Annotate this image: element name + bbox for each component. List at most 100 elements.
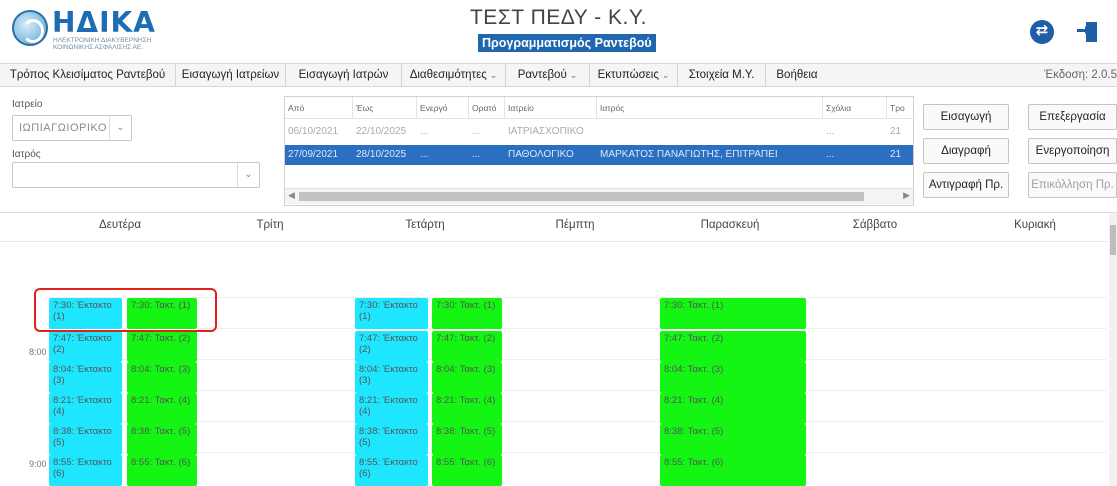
col-from[interactable]: Από: [285, 97, 353, 119]
appointment-slot-regular[interactable]: 8:38: Τακτ. (5): [432, 424, 502, 455]
appointment-slot-extra[interactable]: 8:04: Έκτακτο (3): [49, 362, 122, 393]
cell-clinic: ΠΑΘΟΛΟΓΙΚΟ: [508, 149, 574, 160]
logo-subtitle: ΗΛΕΚΤΡΟΝΙΚΗ ΔΙΑΚΥΒΕΡΝΗΣΗ ΚΟΙΝΩΝΙΚΗΣ ΑΣΦΑ…: [53, 37, 152, 51]
appointment-slot-regular[interactable]: 8:55: Τακτ. (6): [432, 455, 502, 486]
table-row[interactable]: 06/10/2021 22/10/2025 ... ... ΙΑΤΡΙΑΣΧΟΠ…: [285, 122, 913, 144]
cell-active: ...: [420, 126, 429, 137]
scroll-left-icon[interactable]: ◀: [288, 190, 295, 201]
appointment-slot-regular[interactable]: 8:21: Τακτ. (4): [127, 393, 197, 424]
menu-availability[interactable]: Διαθεσιμότητες ⌄: [402, 64, 506, 86]
swap-icon[interactable]: [1030, 20, 1054, 44]
version-text: Έκδοση: 2.0.5: [1044, 69, 1117, 81]
appointment-slot-extra[interactable]: 8:38: Έκτακτο (5): [49, 424, 122, 455]
exit-arrow-shape: [1077, 26, 1090, 34]
appointment-slot-regular[interactable]: 7:47: Τακτ. (2): [660, 331, 806, 362]
menu-label: Στοιχεία Μ.Υ.: [688, 69, 755, 81]
insert-button[interactable]: Εισαγωγή: [923, 104, 1009, 130]
cell-visible: ...: [472, 149, 481, 160]
cell-from: 06/10/2021: [288, 126, 339, 137]
appointment-slot-regular[interactable]: 7:47: Τακτ. (2): [432, 331, 502, 362]
appointment-slot-extra[interactable]: 8:55: Έκτακτο (6): [49, 455, 122, 486]
col-doctor[interactable]: Ιατρός: [597, 97, 823, 119]
appointment-slot-extra[interactable]: 8:21: Έκτακτο (4): [355, 393, 428, 424]
menu-unit-info[interactable]: Στοιχεία Μ.Υ.: [678, 64, 766, 86]
appointment-slot-regular[interactable]: 8:04: Τακτ. (3): [127, 362, 197, 393]
activate-button[interactable]: Ενεργοποίηση: [1028, 138, 1117, 164]
time-row-line: [46, 390, 1106, 391]
clinic-value: ΙΩΠΙΑΓΩΙΟΡΙΚΟ: [19, 122, 107, 134]
cell-comments: ...: [826, 126, 835, 137]
menu-label: Εισαγωγή Ιατρών: [298, 69, 389, 81]
time-row-line: [46, 452, 1106, 453]
scrollbar-thumb[interactable]: [299, 192, 864, 201]
copy-schedule-button[interactable]: Αντιγραφή Πρ.: [923, 172, 1009, 198]
menu-prints[interactable]: Εκτυπώσεις ⌄: [590, 64, 678, 86]
cell-clinic: ΙΑΤΡΙΑΣΧΟΠΙΚΟ: [508, 126, 584, 137]
menu-label: Τρόπος Κλεισίματος Ραντεβού: [9, 69, 166, 81]
appointment-slot-regular[interactable]: 8:04: Τακτ. (3): [432, 362, 502, 393]
appointment-slot-extra[interactable]: 7:30: Έκτακτο (1): [355, 298, 428, 329]
col-comments[interactable]: Σχόλια: [823, 97, 887, 119]
appointment-slot-regular[interactable]: 8:21: Τακτ. (4): [432, 393, 502, 424]
menu-label: Εισαγωγή Ιατρείων: [181, 69, 280, 81]
delete-button[interactable]: Διαγραφή: [923, 138, 1009, 164]
appointment-slot-regular[interactable]: 7:30: Τακτ. (1): [432, 298, 502, 329]
appointment-slot-regular[interactable]: 8:55: Τακτ. (6): [660, 455, 806, 486]
doctor-select[interactable]: ⌄: [12, 162, 260, 188]
highlight-box: [34, 288, 217, 332]
day-header-tuesday: Τρίτη: [256, 219, 284, 231]
horizontal-scrollbar[interactable]: ◀ ▶: [285, 188, 913, 204]
menu-help[interactable]: Βοήθεια: [766, 64, 828, 86]
edit-button[interactable]: Επεξεργασία: [1028, 104, 1117, 130]
appointment-slot-extra[interactable]: 8:04: Έκτακτο (3): [355, 362, 428, 393]
appointment-slot-extra[interactable]: 8:21: Έκτακτο (4): [49, 393, 122, 424]
appointment-slot-extra[interactable]: 7:47: Έκτακτο (2): [355, 331, 428, 362]
clinic-label: Ιατρείο: [12, 99, 43, 110]
appointment-slot-regular[interactable]: 7:47: Τακτ. (2): [127, 331, 197, 362]
calendar-divider: [0, 241, 1108, 242]
menu-label: Βοήθεια: [776, 69, 818, 81]
menu-closing-mode[interactable]: Τρόπος Κλεισίματος Ραντεβού: [0, 64, 176, 86]
cell-active: ...: [420, 149, 429, 160]
scroll-right-icon[interactable]: ▶: [903, 190, 910, 201]
appointment-slot-regular[interactable]: 8:55: Τακτ. (6): [127, 455, 197, 486]
col-clinic[interactable]: Ιατρείο: [505, 97, 597, 119]
chevron-down-icon: ⌄: [489, 70, 498, 80]
cell-visible: ...: [472, 126, 481, 137]
day-header-monday: Δευτέρα: [99, 219, 141, 231]
menu-label: Ραντεβού: [517, 69, 567, 81]
appointment-slot-regular[interactable]: 8:21: Τακτ. (4): [660, 393, 806, 424]
vertical-scrollbar[interactable]: [1109, 213, 1117, 486]
col-visible[interactable]: Ορατό: [469, 97, 505, 119]
table-row-selected[interactable]: 27/09/2021 28/10/2025 ... ... ΠΑΘΟΛΟΓΙΚΟ…: [285, 145, 913, 165]
cell-mode: 21: [890, 149, 902, 160]
hour-label: 8:00: [29, 347, 47, 357]
day-header-wednesday: Τετάρτη: [405, 219, 445, 231]
col-active[interactable]: Ενεργό: [417, 97, 469, 119]
col-to[interactable]: Έως: [353, 97, 417, 119]
menu-appointments[interactable]: Ραντεβού ⌄: [506, 64, 590, 86]
clinic-select[interactable]: ΙΩΠΙΑΓΩΙΟΡΙΚΟ ⌄: [12, 115, 132, 141]
menu-insert-doctors[interactable]: Εισαγωγή Ιατρών: [286, 64, 402, 86]
day-header-thursday: Πέμπτη: [555, 219, 595, 231]
hour-label: 9:00: [29, 459, 47, 469]
appointment-slot-regular[interactable]: 8:38: Τακτ. (5): [660, 424, 806, 455]
menu-insert-clinics[interactable]: Εισαγωγή Ιατρείων: [176, 64, 286, 86]
main-menu: Τρόπος Κλεισίματος Ραντεβού Εισαγωγή Ιατ…: [0, 63, 1117, 87]
app-title: ΤΕΣΤ ΠΕΔΥ - Κ.Υ.: [469, 6, 648, 29]
scrollbar-thumb[interactable]: [1110, 225, 1116, 255]
cell-to: 22/10/2025: [356, 126, 407, 137]
appointment-slot-extra[interactable]: 8:55: Έκτακτο (6): [355, 455, 428, 486]
appointment-slot-regular[interactable]: 8:04: Τακτ. (3): [660, 362, 806, 393]
appointment-slot-regular[interactable]: 8:38: Τακτ. (5): [127, 424, 197, 455]
exit-icon[interactable]: [1077, 20, 1101, 44]
col-mode[interactable]: Τρο: [887, 97, 913, 119]
appointment-slot-extra[interactable]: 7:47: Έκτακτο (2): [49, 331, 122, 362]
time-row-line: [46, 421, 1106, 422]
doctor-label: Ιατρός: [12, 149, 41, 160]
chevron-down-icon: ⌄: [661, 70, 670, 80]
appointment-slot-extra[interactable]: 8:38: Έκτακτο (5): [355, 424, 428, 455]
cell-doctor: [597, 122, 823, 142]
appointment-slot-regular[interactable]: 7:30: Τακτ. (1): [660, 298, 806, 329]
day-header-sunday: Κυριακή: [1014, 219, 1056, 231]
